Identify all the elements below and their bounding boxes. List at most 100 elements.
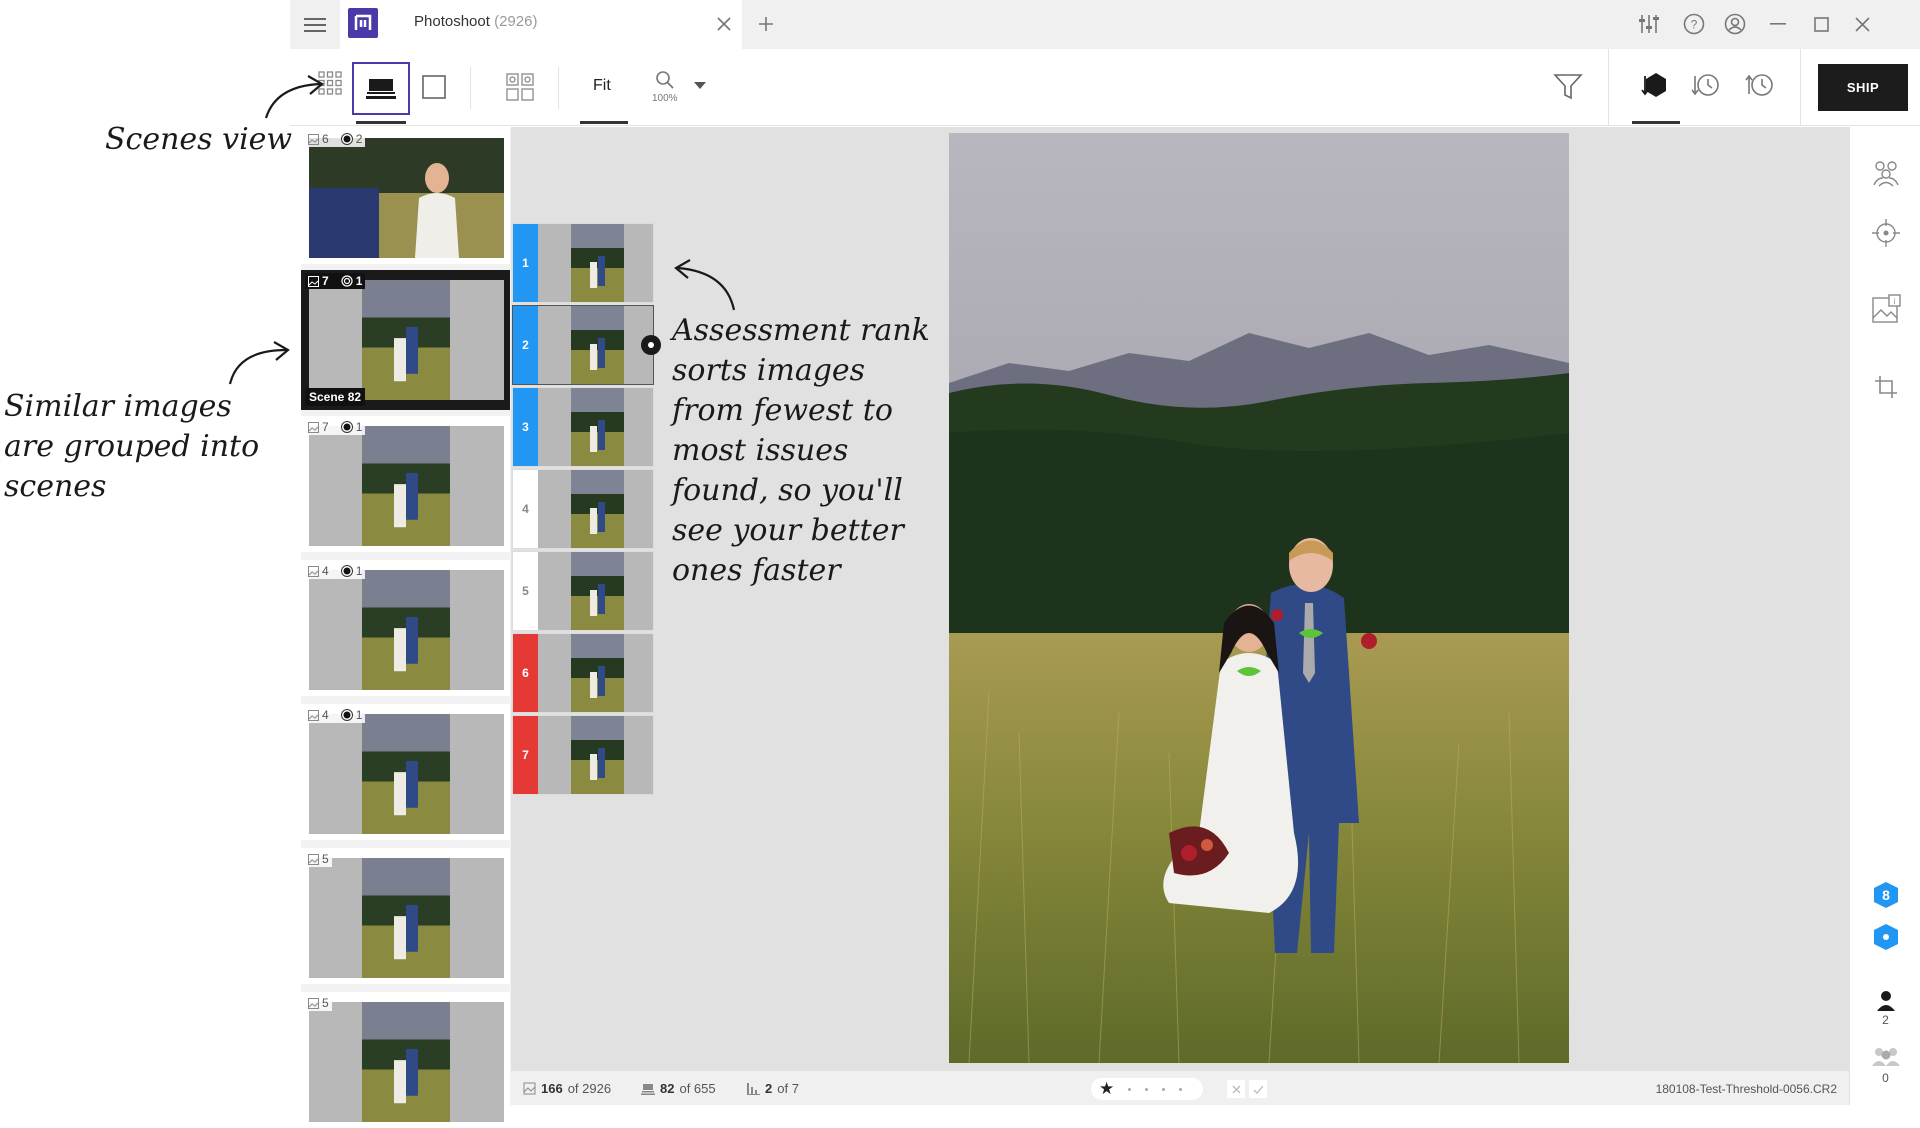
annotation-scenes-view: Scenes view	[105, 122, 293, 157]
rank-thumbnail	[538, 224, 653, 302]
rank-index: 2	[765, 1081, 773, 1096]
new-tab-icon[interactable]	[754, 12, 778, 36]
svg-text:?: ?	[1691, 18, 1698, 32]
zoom-dropdown-icon[interactable]	[690, 77, 710, 93]
scene-badges: 62	[305, 131, 366, 147]
people-icon[interactable]	[1868, 155, 1904, 191]
sort-time-desc-icon[interactable]	[1740, 65, 1780, 105]
image-counter: 166 of 2926	[523, 1081, 611, 1096]
tab-bar: Photoshoot (2926) ?	[290, 0, 1920, 49]
group-count: 0	[1882, 1071, 1889, 1085]
rating-dot[interactable]	[1145, 1087, 1149, 1091]
scene-item[interactable]: 62	[301, 128, 510, 264]
focus-icon[interactable]	[1868, 215, 1904, 251]
maximize-icon[interactable]	[1807, 10, 1835, 38]
help-icon[interactable]: ?	[1680, 10, 1708, 38]
rank-thumbnail	[538, 306, 653, 384]
scene-face-count: 1	[355, 564, 363, 578]
person-icon[interactable]	[1872, 989, 1900, 1011]
rating-control[interactable]: ★	[1091, 1078, 1203, 1100]
assessment-dot-icon[interactable]	[1873, 923, 1899, 951]
filename: 180108-Test-Threshold-0056.CR2	[1655, 1082, 1837, 1096]
group-icon[interactable]	[1870, 1045, 1902, 1067]
scene-badges: 71	[305, 419, 366, 435]
rank-thumbnail	[538, 716, 653, 794]
rank-item[interactable]: 2	[512, 305, 654, 385]
annotation-arrow-rank	[674, 259, 736, 311]
issues-badge[interactable]: 8	[1873, 881, 1899, 909]
sliders-icon[interactable]	[1635, 10, 1663, 38]
rank-counter-icon	[747, 1082, 760, 1095]
scene-item[interactable]: 41	[301, 704, 510, 840]
face-count-icon	[341, 275, 353, 287]
menu-icon[interactable]	[302, 12, 328, 38]
crop-icon[interactable]	[1868, 369, 1904, 405]
rank-number: 7	[513, 716, 538, 794]
annotation-arrow-scenes	[264, 75, 324, 119]
scene-item[interactable]: 5	[301, 992, 510, 1128]
scene-item[interactable]: 7 1 Scene 82	[301, 270, 510, 410]
scene-item[interactable]: 5	[301, 848, 510, 984]
minimize-icon[interactable]	[1764, 10, 1792, 38]
account-icon[interactable]	[1721, 10, 1749, 38]
single-view-icon[interactable]	[416, 69, 452, 105]
scene-image-count: 5	[322, 852, 329, 866]
main-photo[interactable]	[949, 133, 1569, 1063]
rating-dot[interactable]	[1179, 1087, 1183, 1091]
sort-time-asc-icon[interactable]	[1686, 65, 1726, 105]
rating-dot[interactable]	[1128, 1087, 1132, 1091]
assessment-rank-icon[interactable]	[1636, 65, 1676, 105]
rank-number: 5	[513, 552, 538, 630]
tab-photoshoot[interactable]: Photoshoot (2926)	[340, 0, 742, 49]
image-total: of 2926	[567, 1081, 612, 1096]
filter-icon[interactable]	[1548, 67, 1588, 107]
ship-button[interactable]: SHIP	[1818, 64, 1908, 111]
scene-image-count: 4	[322, 708, 329, 722]
scene-badges: 5	[305, 851, 332, 867]
scene-counter-icon	[641, 1083, 655, 1095]
tab-count: (2926)	[494, 13, 538, 30]
zoom-icon[interactable]	[652, 69, 678, 91]
rank-item[interactable]: 4	[512, 469, 654, 549]
scene-index: 82	[660, 1081, 675, 1096]
scene-thumbnail	[309, 138, 504, 258]
image-count-icon	[308, 421, 319, 433]
scene-thumbnail	[309, 1002, 504, 1122]
scene-face-count: 1	[355, 420, 363, 434]
scene-badges: 41	[305, 563, 366, 579]
rank-item[interactable]: 1	[512, 223, 654, 303]
star-icon[interactable]: ★	[1099, 1079, 1114, 1099]
scene-badges: 5	[305, 995, 332, 1011]
scenes-view-underline	[356, 121, 406, 124]
rank-item[interactable]: 5	[512, 551, 654, 631]
rank-number: 3	[513, 388, 538, 466]
rank-number: 2	[513, 306, 538, 384]
scene-image-count: 5	[322, 996, 329, 1010]
scene-face-count: 1	[355, 708, 363, 722]
rank-item[interactable]: 6	[512, 633, 654, 713]
toolbar: Fit 100%	[290, 49, 1920, 126]
rank-total: of 7	[777, 1081, 799, 1096]
right-rail: i 8 2 0	[1849, 127, 1920, 1105]
image-details-icon[interactable]: i	[1868, 291, 1904, 327]
fit-button[interactable]: Fit	[593, 77, 611, 95]
scene-thumbnail	[309, 426, 504, 546]
close-tab-icon[interactable]	[712, 12, 736, 36]
reject-button[interactable]	[1227, 1080, 1245, 1098]
compare-view-icon[interactable]	[502, 69, 538, 105]
annotation-arrow-similar	[228, 341, 290, 385]
accept-button[interactable]	[1249, 1080, 1267, 1098]
rank-item[interactable]: 7	[512, 715, 654, 795]
rank-item[interactable]: 3	[512, 387, 654, 467]
image-index: 166	[541, 1081, 563, 1096]
image-count-icon	[308, 997, 319, 1009]
scene-item[interactable]: 71	[301, 416, 510, 552]
rating-dot[interactable]	[1162, 1087, 1166, 1091]
scenes-view-button[interactable]	[352, 62, 410, 115]
close-window-icon[interactable]	[1848, 10, 1876, 38]
accept-icon	[1253, 1085, 1263, 1094]
rank-thumbnail	[538, 388, 653, 466]
face-count-icon	[340, 709, 353, 721]
annotation-similar-images: Similar images are grouped into scenes	[4, 389, 260, 504]
scene-item[interactable]: 41	[301, 560, 510, 696]
